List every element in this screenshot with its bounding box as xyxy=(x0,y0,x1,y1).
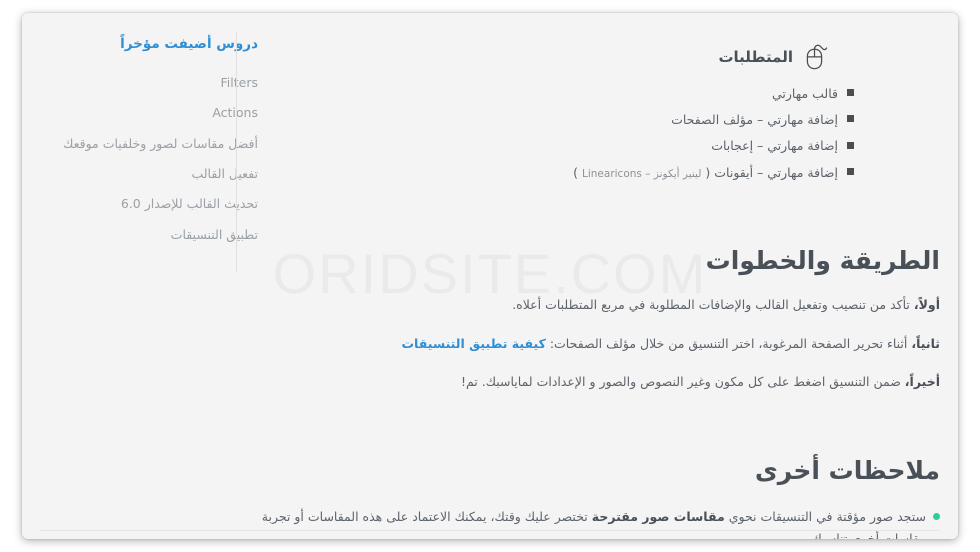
main-content: المتطلبات قالب مهارتي إضافة مهارتي – مؤل… xyxy=(256,31,940,539)
requirement-label: إضافة مهارتي – إعجابات xyxy=(711,138,838,154)
mouse-icon xyxy=(802,43,828,71)
step-lead: أولاً، xyxy=(913,297,940,313)
bottom-divider xyxy=(40,530,940,531)
apply-styles-link[interactable]: كيفية تطبيق التنسيقات xyxy=(402,336,546,351)
notes-heading: ملاحظات أخرى xyxy=(754,456,940,485)
requirement-label: إضافة مهارتي – مؤلف الصفحات xyxy=(671,111,838,127)
sidebar-item-activate-theme[interactable]: تفعيل القالب xyxy=(56,158,258,188)
requirement-item: قالب مهارتي xyxy=(256,80,854,106)
sidebar-item-update-theme[interactable]: تحديث القالب للإصدار 6.0 xyxy=(56,189,258,219)
notes-list: ستجد صور مؤقتة في التنسيقات نحوي مقاسات … xyxy=(256,504,940,539)
steps-section: الطريقة والخطوات أولاً، تأكد من تنصيب وت… xyxy=(256,244,941,393)
sidebar-item-apply-styles[interactable]: تطبيق التنسيقات xyxy=(56,219,258,249)
document-card: ORIDSITE.COM دروس أضيفت مؤخراً Filters A… xyxy=(22,13,958,539)
requirements-section: المتطلبات قالب مهارتي إضافة مهارتي – مؤل… xyxy=(256,31,940,186)
sidebar-item-actions[interactable]: Actions xyxy=(56,98,258,128)
note-emphasis: مقاسات صور مقترحة xyxy=(591,508,725,524)
requirement-item: إضافة مهارتي – مؤلف الصفحات xyxy=(256,106,854,132)
step-body: ضمن التنسيق اضغط على كل مكون وغير النصوص… xyxy=(460,373,905,389)
note-text: ستجد صور مؤقتة في التنسيقات نحوي xyxy=(724,508,926,524)
sidebar-heading[interactable]: دروس أضيفت مؤخراً xyxy=(56,31,258,67)
step-paragraph-first: أولاً، تأكد من تنصيب وتفعيل القالب والإض… xyxy=(256,294,940,315)
step-paragraph-final: أخيراً، ضمن التنسيق اضغط على كل مكون وغي… xyxy=(256,371,940,392)
requirement-item: إضافة مهارتي – أيقونات ( Linearicons – ل… xyxy=(256,159,854,185)
requirement-label-tail: ) xyxy=(573,164,582,180)
sidebar-item-best-image-sizes[interactable]: أفضل مقاسات لصور وخلفيات موقعك xyxy=(56,128,258,158)
dot-bullet-icon xyxy=(933,512,940,520)
square-bullet-icon xyxy=(847,141,854,149)
requirement-label: إضافة مهارتي – أيقونات ( xyxy=(701,164,838,180)
step-lead: أخيراً، xyxy=(904,373,940,389)
requirements-list: قالب مهارتي إضافة مهارتي – مؤلف الصفحات … xyxy=(256,80,854,186)
notes-section: ملاحظات أخرى ستجد صور مؤقتة في التنسيقات… xyxy=(256,454,940,539)
note-item: ستجد صور مؤقتة في التنسيقات نحوي مقاسات … xyxy=(256,504,940,539)
sidebar-item-filters[interactable]: Filters xyxy=(56,67,258,97)
sidebar: دروس أضيفت مؤخراً Filters Actions أفضل م… xyxy=(42,31,258,250)
square-bullet-icon xyxy=(847,168,854,176)
step-paragraph-second: ثانياً، أثناء تحرير الصفحة المرغوبة، اخت… xyxy=(256,333,941,354)
requirements-title: المتطلبات xyxy=(718,48,793,66)
step-body: أثناء تحرير الصفحة المرغوبة، اختر التنسي… xyxy=(545,335,912,351)
requirement-label-latin: Linearicons – لينير أيكونز xyxy=(582,167,702,180)
step-lead: ثانياً، xyxy=(911,335,940,351)
square-bullet-icon xyxy=(847,115,854,123)
requirement-label: قالب مهارتي xyxy=(771,85,838,101)
step-body: تأكد من تنصيب وتفعيل القالب والإضافات ال… xyxy=(512,297,914,313)
square-bullet-icon xyxy=(847,89,854,96)
sidebar-divider xyxy=(236,32,237,272)
steps-heading: الطريقة والخطوات xyxy=(705,245,940,275)
requirement-item: إضافة مهارتي – إعجابات xyxy=(256,133,854,159)
